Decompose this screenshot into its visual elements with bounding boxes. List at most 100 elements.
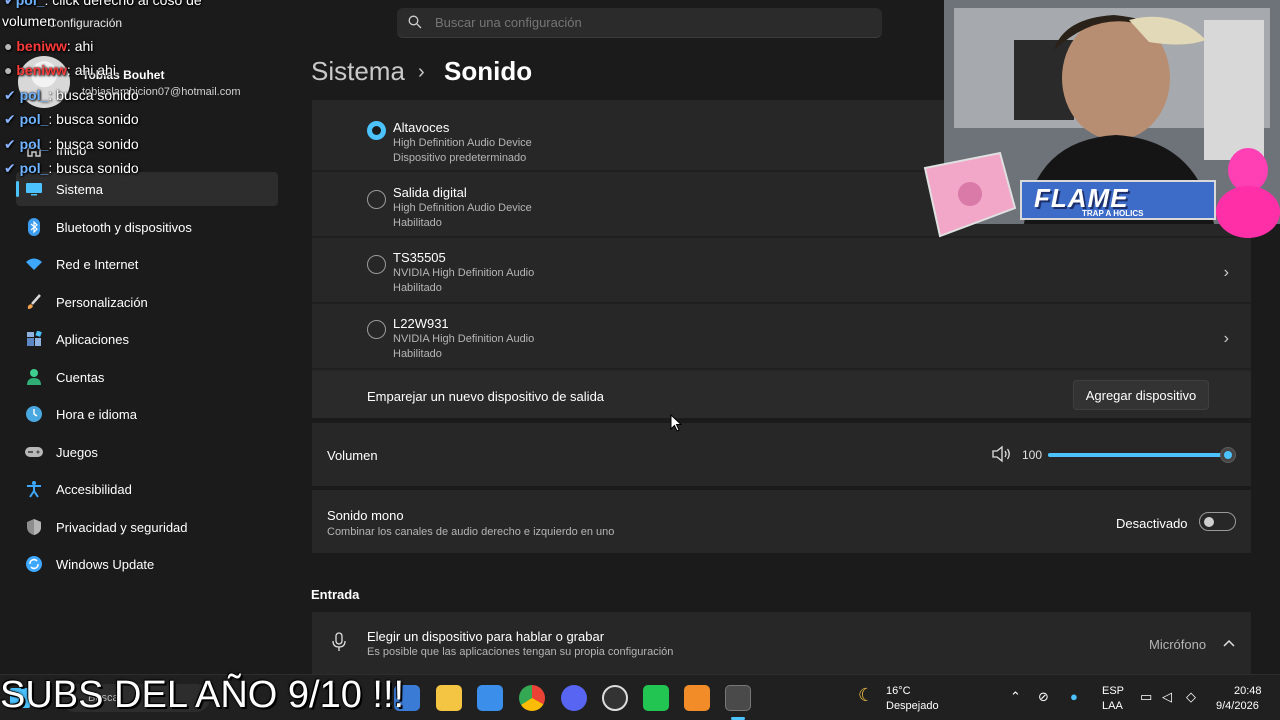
chevron-up-icon[interactable] — [1223, 639, 1235, 647]
discord-icon[interactable] — [561, 685, 587, 711]
sidebar-item-label: Windows Update — [56, 556, 155, 572]
output-device-row[interactable]: L22W931 NVIDIA High Definition Audio Hab… — [312, 306, 1251, 370]
chat-username: pol_ — [19, 87, 49, 103]
weather-moon-icon[interactable]: ☾ — [858, 685, 874, 706]
add-device-button[interactable]: Agregar dispositivo — [1073, 380, 1209, 410]
device-status: Habilitado — [393, 348, 442, 360]
sidebar-item-label: Sistema — [56, 181, 103, 197]
banner-subtitle: TRAP A HOLICS — [1082, 209, 1144, 218]
brush-icon — [24, 292, 44, 312]
volume-value: 100 — [1022, 448, 1043, 462]
chat-message: volumen — [2, 13, 55, 29]
volume-slider-fill — [1048, 453, 1228, 457]
notification-icon[interactable]: ◇ — [1186, 689, 1196, 705]
pair-device-label: Emparejar un nuevo dispositivo de salida — [367, 389, 605, 404]
sidebar-item-privacidad[interactable]: Privacidad y seguridad — [16, 510, 278, 544]
app-title: Configuración — [48, 16, 123, 30]
network-off-icon[interactable]: ⊘ — [1038, 689, 1049, 705]
sidebar-item-label: Red e Internet — [56, 256, 139, 272]
search-input[interactable] — [435, 15, 855, 30]
sidebar-item-label: Aplicaciones — [56, 331, 129, 347]
chevron-right-icon[interactable]: › — [1224, 330, 1229, 348]
volume-slider-thumb[interactable] — [1220, 447, 1236, 463]
network-icon — [24, 254, 44, 274]
chat-username: beniww — [16, 62, 67, 78]
volume-slider[interactable] — [1048, 447, 1236, 463]
settings-app-icon[interactable] — [725, 685, 751, 711]
sidebar-item-personalizacion[interactable]: Personalización — [16, 285, 278, 319]
sidebar-item-aplicaciones[interactable]: Aplicaciones — [16, 322, 278, 356]
chat-message: ● beniww: ahi — [4, 38, 94, 54]
sidebar-item-cuentas[interactable]: Cuentas — [16, 360, 278, 394]
device-name: Altavoces — [393, 120, 450, 135]
sidebar-item-label: Accesibilidad — [56, 481, 132, 497]
mono-audio-toggle[interactable] — [1199, 512, 1236, 531]
device-driver: High Definition Audio Device — [393, 137, 532, 149]
device-name: Salida digital — [393, 185, 467, 200]
chat-message: ✔ pol_: busca sonido — [4, 111, 139, 127]
output-device-row[interactable]: TS35505 NVIDIA High Definition Audio Hab… — [312, 240, 1251, 304]
volume-label: Volumen — [327, 448, 378, 463]
display-icon[interactable]: ▭ — [1140, 689, 1152, 705]
microphone-icon — [332, 632, 346, 651]
microphone-tray-icon[interactable]: ● — [1070, 689, 1078, 704]
sidebar-item-hora[interactable]: Hora e idioma — [16, 397, 278, 431]
speaker-icon[interactable] — [991, 445, 1013, 463]
language-primary[interactable]: ESP — [1102, 685, 1124, 697]
radio-button[interactable] — [367, 190, 386, 209]
chat-text: : busca sonido — [48, 160, 139, 176]
kick-icon[interactable] — [643, 685, 669, 711]
input-device-title: Elegir un dispositivo para hablar o grab… — [367, 629, 605, 644]
chat-message: ● beniww: ahi ahi — [4, 62, 116, 78]
sidebar-item-accesibilidad[interactable]: Accesibilidad — [16, 472, 278, 506]
buddha-sticker — [1216, 148, 1280, 238]
sidebar-item-juegos[interactable]: Juegos — [16, 435, 278, 469]
radio-button[interactable] — [367, 121, 386, 140]
file-explorer-icon[interactable] — [436, 685, 462, 711]
breadcrumb-parent[interactable]: Sistema — [311, 56, 405, 87]
search-box[interactable] — [397, 8, 882, 38]
page-title: Sonido — [444, 56, 533, 86]
flame-banner: FLAME TRAP A HOLICS — [1020, 180, 1216, 220]
chat-text: : ahi — [66, 38, 94, 54]
device-driver: NVIDIA High Definition Audio — [393, 333, 535, 345]
system-icon — [24, 179, 44, 199]
store-icon[interactable] — [477, 685, 503, 711]
search-icon — [408, 15, 422, 29]
chrome-icon[interactable] — [519, 685, 545, 711]
breadcrumb-separator: › — [418, 61, 425, 83]
radio-button[interactable] — [367, 320, 386, 339]
chat-message: ✔pol_: click derecho al coso de — [4, 0, 202, 9]
mono-audio-description: Combinar los canales de audio derecho e … — [327, 526, 615, 538]
weather-temp: 16°C — [886, 685, 911, 697]
obs-icon[interactable] — [602, 685, 628, 711]
sidebar-item-red[interactable]: Red e Internet — [16, 247, 278, 281]
mono-audio-state: Desactivado — [1116, 516, 1188, 531]
sidebar-item-bluetooth[interactable]: Bluetooth y dispositivos — [16, 210, 278, 244]
sidebar-item-label: Hora e idioma — [56, 406, 137, 422]
sidebar-item-windows-update[interactable]: Windows Update — [16, 547, 278, 581]
clock-date[interactable]: 9/4/2026 — [1216, 700, 1259, 712]
device-status: Habilitado — [393, 282, 442, 294]
chevron-up-icon[interactable]: ⌃ — [1010, 689, 1021, 705]
chat-username: pol_ — [19, 136, 49, 152]
time-language-icon — [24, 404, 44, 424]
device-status: Habilitado — [393, 217, 442, 229]
apps-icon — [24, 329, 44, 349]
radio-button[interactable] — [367, 255, 386, 274]
volume-tray-icon[interactable]: ◁ — [1162, 689, 1172, 705]
chat-message: ✔ pol_: busca sonido — [4, 160, 139, 176]
clock-time[interactable]: 20:48 — [1234, 685, 1262, 697]
chat-username: pol_ — [19, 160, 49, 176]
device-driver: High Definition Audio Device — [393, 202, 532, 214]
fl-studio-icon[interactable] — [684, 685, 710, 711]
chat-message: ✔ pol_: busca sonido — [4, 136, 139, 152]
input-device-card[interactable]: Elegir un dispositivo para hablar o grab… — [312, 612, 1251, 674]
chat-text: : busca sonido — [48, 136, 139, 152]
bluetooth-icon — [24, 217, 44, 237]
language-secondary[interactable]: LAA — [1102, 700, 1123, 712]
sidebar-item-label: Privacidad y seguridad — [56, 519, 188, 535]
sidebar-item-sistema[interactable]: Sistema — [16, 172, 278, 206]
mono-audio-title: Sonido mono — [327, 508, 404, 523]
chevron-right-icon[interactable]: › — [1224, 264, 1229, 282]
